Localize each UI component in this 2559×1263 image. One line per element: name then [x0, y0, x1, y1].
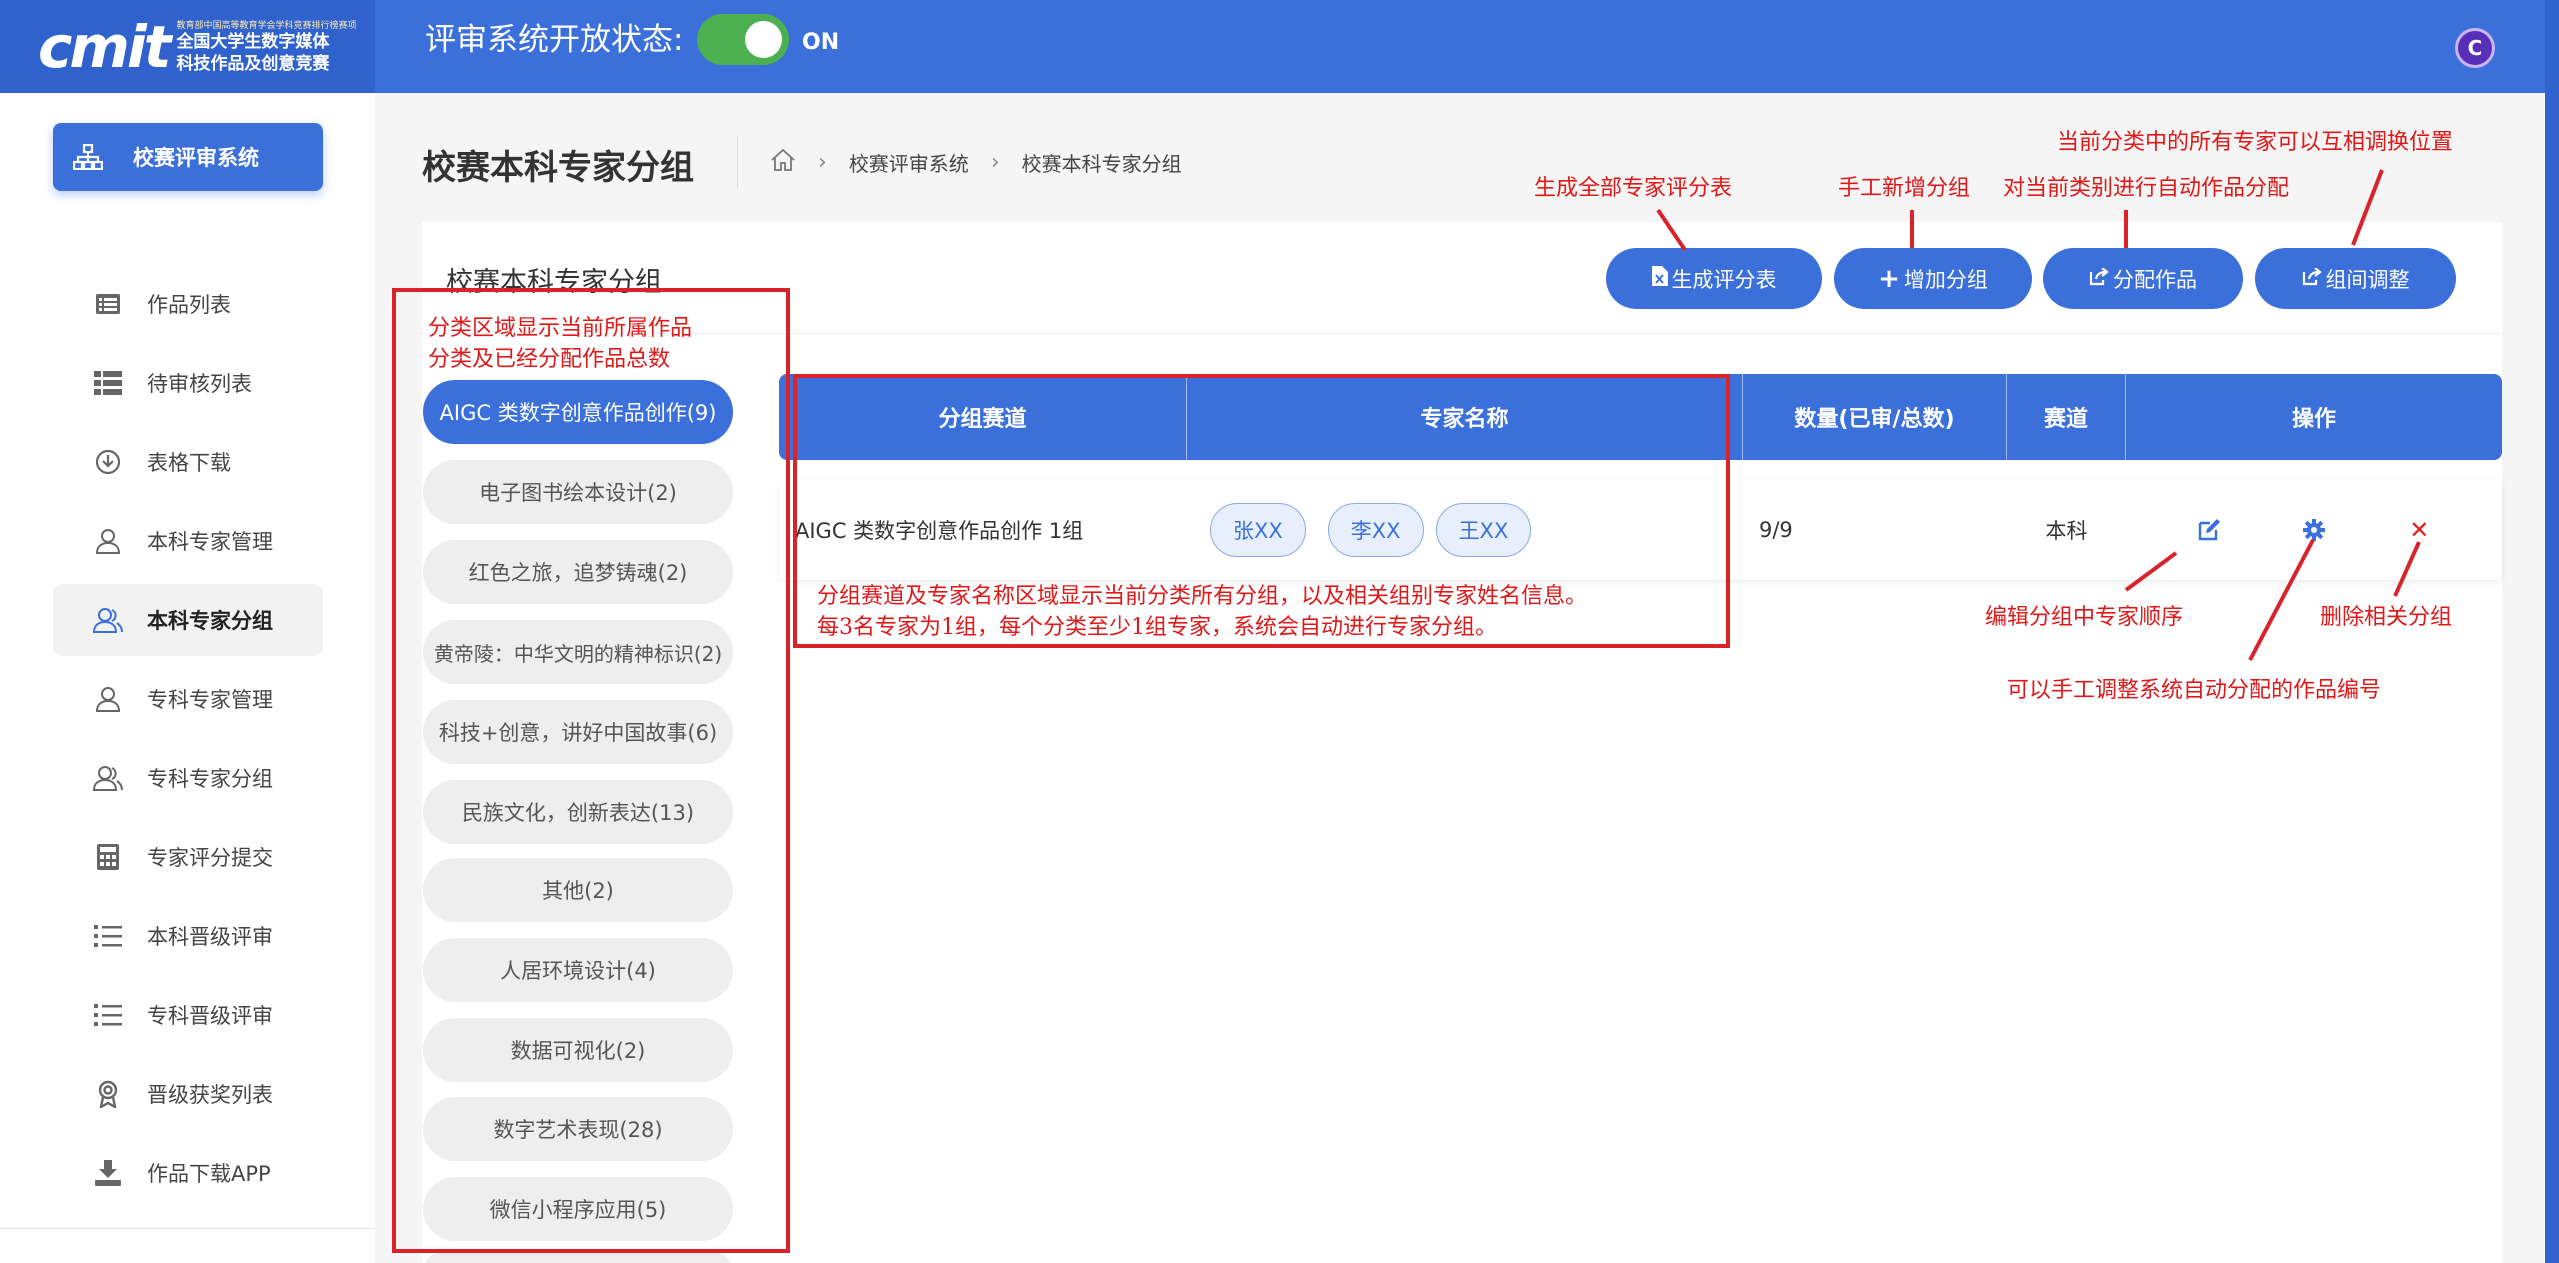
home-icon[interactable] [770, 148, 796, 177]
button-label: 生成评分表 [1671, 267, 1777, 292]
sidebar-item-label: 专科专家管理 [147, 688, 273, 712]
sidebar-item-works-list[interactable]: 作品列表 [53, 268, 323, 340]
breadcrumb-link[interactable]: 校赛评审系统 [849, 148, 969, 177]
share-icon [2089, 266, 2109, 291]
sidebar-item-score-submit[interactable]: 专家评分提交 [53, 821, 323, 893]
sidebar-item-review-system[interactable]: 校赛评审系统 [53, 123, 323, 191]
annotation-generate: 生成全部专家评分表 [1534, 176, 1733, 201]
sidebar-item-label: 本科专家管理 [147, 530, 273, 554]
annotation-edit: 编辑分组中专家顺序 [1985, 605, 2184, 630]
user-icon [91, 682, 125, 716]
gear-icon[interactable] [2294, 510, 2334, 550]
column-header-count: 数量(已审/总数) [1743, 374, 2007, 460]
sidebar-item-label: 作品列表 [147, 293, 231, 317]
cell-count: 9/9 [1759, 518, 1793, 542]
sidebar-item-label: 专家评分提交 [147, 846, 273, 870]
users-icon [91, 603, 125, 637]
sidebar-item-label: 本科晋级评审 [147, 925, 273, 949]
sidebar-item-pending-list[interactable]: 待审核列表 [53, 347, 323, 419]
award-icon [91, 1077, 125, 1111]
chevron-right-icon: › [818, 150, 827, 175]
cell-actions: ✕ [2126, 480, 2502, 580]
system-status-toggle[interactable] [697, 14, 789, 65]
sidebar-item-college-promotion[interactable]: 专科晋级评审 [53, 979, 323, 1051]
annotation-settings: 可以手工调整系统自动分配的作品编号 [2007, 678, 2382, 703]
page-title: 校赛本科专家分组 [422, 148, 694, 188]
cell-level: 本科 [2045, 519, 2088, 543]
sidebar-item-label: 作品下载APP [147, 1162, 271, 1186]
sidebar-item-award-list[interactable]: 晋级获奖列表 [53, 1058, 323, 1130]
button-label: 增加分组 [1903, 267, 1988, 292]
logo-mark: cmit [38, 12, 171, 81]
category-item-partial[interactable] [423, 1252, 733, 1263]
plus-icon: + [1878, 263, 1900, 294]
annotation-add-group: 手工新增分组 [1838, 176, 1971, 201]
assign-works-button[interactable]: 分配作品 [2043, 248, 2243, 309]
top-bar: cmit 教育部中国高等教育学会学科竞赛排行榜赛项 全国大学生数字媒体 科技作品… [0, 0, 2559, 93]
annotation-delete: 删除相关分组 [2320, 605, 2453, 630]
breadcrumb-current: 校赛本科专家分组 [1021, 152, 1182, 176]
list-ul-icon [91, 919, 125, 953]
annotation-category-line2: 分类及已经分配作品总数 [428, 347, 671, 372]
sitemap-icon [71, 140, 105, 174]
sidebar-item-table-download[interactable]: 表格下载 [53, 426, 323, 498]
generate-score-sheet-button[interactable]: 生成评分表 [1606, 248, 1822, 309]
download-icon [91, 1156, 125, 1190]
sidebar-item-bachelor-promotion[interactable]: 本科晋级评审 [53, 900, 323, 972]
annotation-table-line1: 分组赛道及专家名称区域显示当前分类所有分组，以及相关组别专家姓名信息。 [817, 584, 1588, 609]
users-icon [91, 761, 125, 795]
share-icon [2302, 266, 2322, 291]
logo[interactable]: cmit 教育部中国高等教育学会学科竞赛排行榜赛项 全国大学生数字媒体 科技作品… [0, 0, 375, 93]
system-status-label: 评审系统开放状态: [425, 22, 684, 58]
sidebar-item-label: 校赛评审系统 [133, 146, 259, 170]
annotation-adjust: 当前分类中的所有专家可以互相调换位置 [2057, 130, 2454, 155]
title-divider [737, 136, 738, 188]
sidebar-item-bachelor-expert-manage[interactable]: 本科专家管理 [53, 505, 323, 577]
annotation-box-categories [392, 288, 790, 1253]
annotation-category-line1: 分类区域显示当前所属作品 [428, 316, 693, 341]
logo-line-2: 科技作品及创意竞赛 [176, 54, 330, 74]
file-excel-icon [1651, 266, 1668, 291]
sidebar-item-label: 本科专家分组 [147, 609, 273, 633]
adjust-groups-button[interactable]: 组间调整 [2255, 248, 2456, 309]
add-group-button[interactable]: + 增加分组 [1834, 248, 2032, 309]
edit-icon[interactable] [2189, 510, 2229, 550]
sidebar-item-label: 表格下载 [147, 451, 231, 475]
annotation-table-line2: 每3名专家为1组，每个分类至少1组专家，系统会自动进行专家分组。 [817, 615, 1497, 640]
toggle-state-text: ON [802, 30, 840, 55]
sidebar-item-download-app[interactable]: 作品下载APP [53, 1137, 323, 1209]
download-circle-icon [91, 445, 125, 479]
user-icon [91, 524, 125, 558]
logo-line-1: 全国大学生数字媒体 [176, 32, 330, 52]
logo-text: 教育部中国高等教育学会学科竞赛排行榜赛项 全国大学生数字媒体 科技作品及创意竞赛 [176, 18, 356, 75]
logo-subtitle: 教育部中国高等教育学会学科竞赛排行榜赛项 [176, 21, 357, 31]
sidebar-item-bachelor-expert-group[interactable]: 本科专家分组 [53, 584, 323, 656]
calculator-icon [91, 840, 125, 874]
window-scrollbar[interactable] [2545, 0, 2559, 1263]
breadcrumb: › 校赛评审系统 › 校赛本科专家分组 [770, 148, 1182, 177]
column-header-actions: 操作 [2291, 407, 2336, 432]
button-label: 分配作品 [2113, 267, 2197, 292]
toggle-knob [745, 21, 782, 58]
user-avatar[interactable]: C [2455, 28, 2495, 68]
sidebar-item-college-expert-manage[interactable]: 专科专家管理 [53, 663, 323, 735]
list-ul-icon [91, 998, 125, 1032]
sidebar: 校赛评审系统 作品列表 待审核列表 表格下载 本科专家管理 本科专家分组 专科专… [0, 93, 375, 1263]
table-icon [91, 366, 125, 400]
chevron-right-icon: › [990, 150, 1000, 175]
list-icon [91, 287, 125, 321]
button-label: 组间调整 [2325, 267, 2410, 292]
annotation-assign: 对当前类别进行自动作品分配 [2003, 176, 2290, 201]
sidebar-item-college-expert-group[interactable]: 专科专家分组 [53, 742, 323, 814]
sidebar-divider [0, 1228, 375, 1229]
sidebar-item-label: 专科晋级评审 [147, 1004, 273, 1028]
sidebar-item-label: 待审核列表 [147, 372, 252, 396]
column-header-level: 赛道 [2007, 374, 2126, 460]
close-icon[interactable]: ✕ [2399, 510, 2439, 550]
sidebar-item-label: 晋级获奖列表 [147, 1083, 273, 1107]
sidebar-item-label: 专科专家分组 [147, 767, 273, 791]
